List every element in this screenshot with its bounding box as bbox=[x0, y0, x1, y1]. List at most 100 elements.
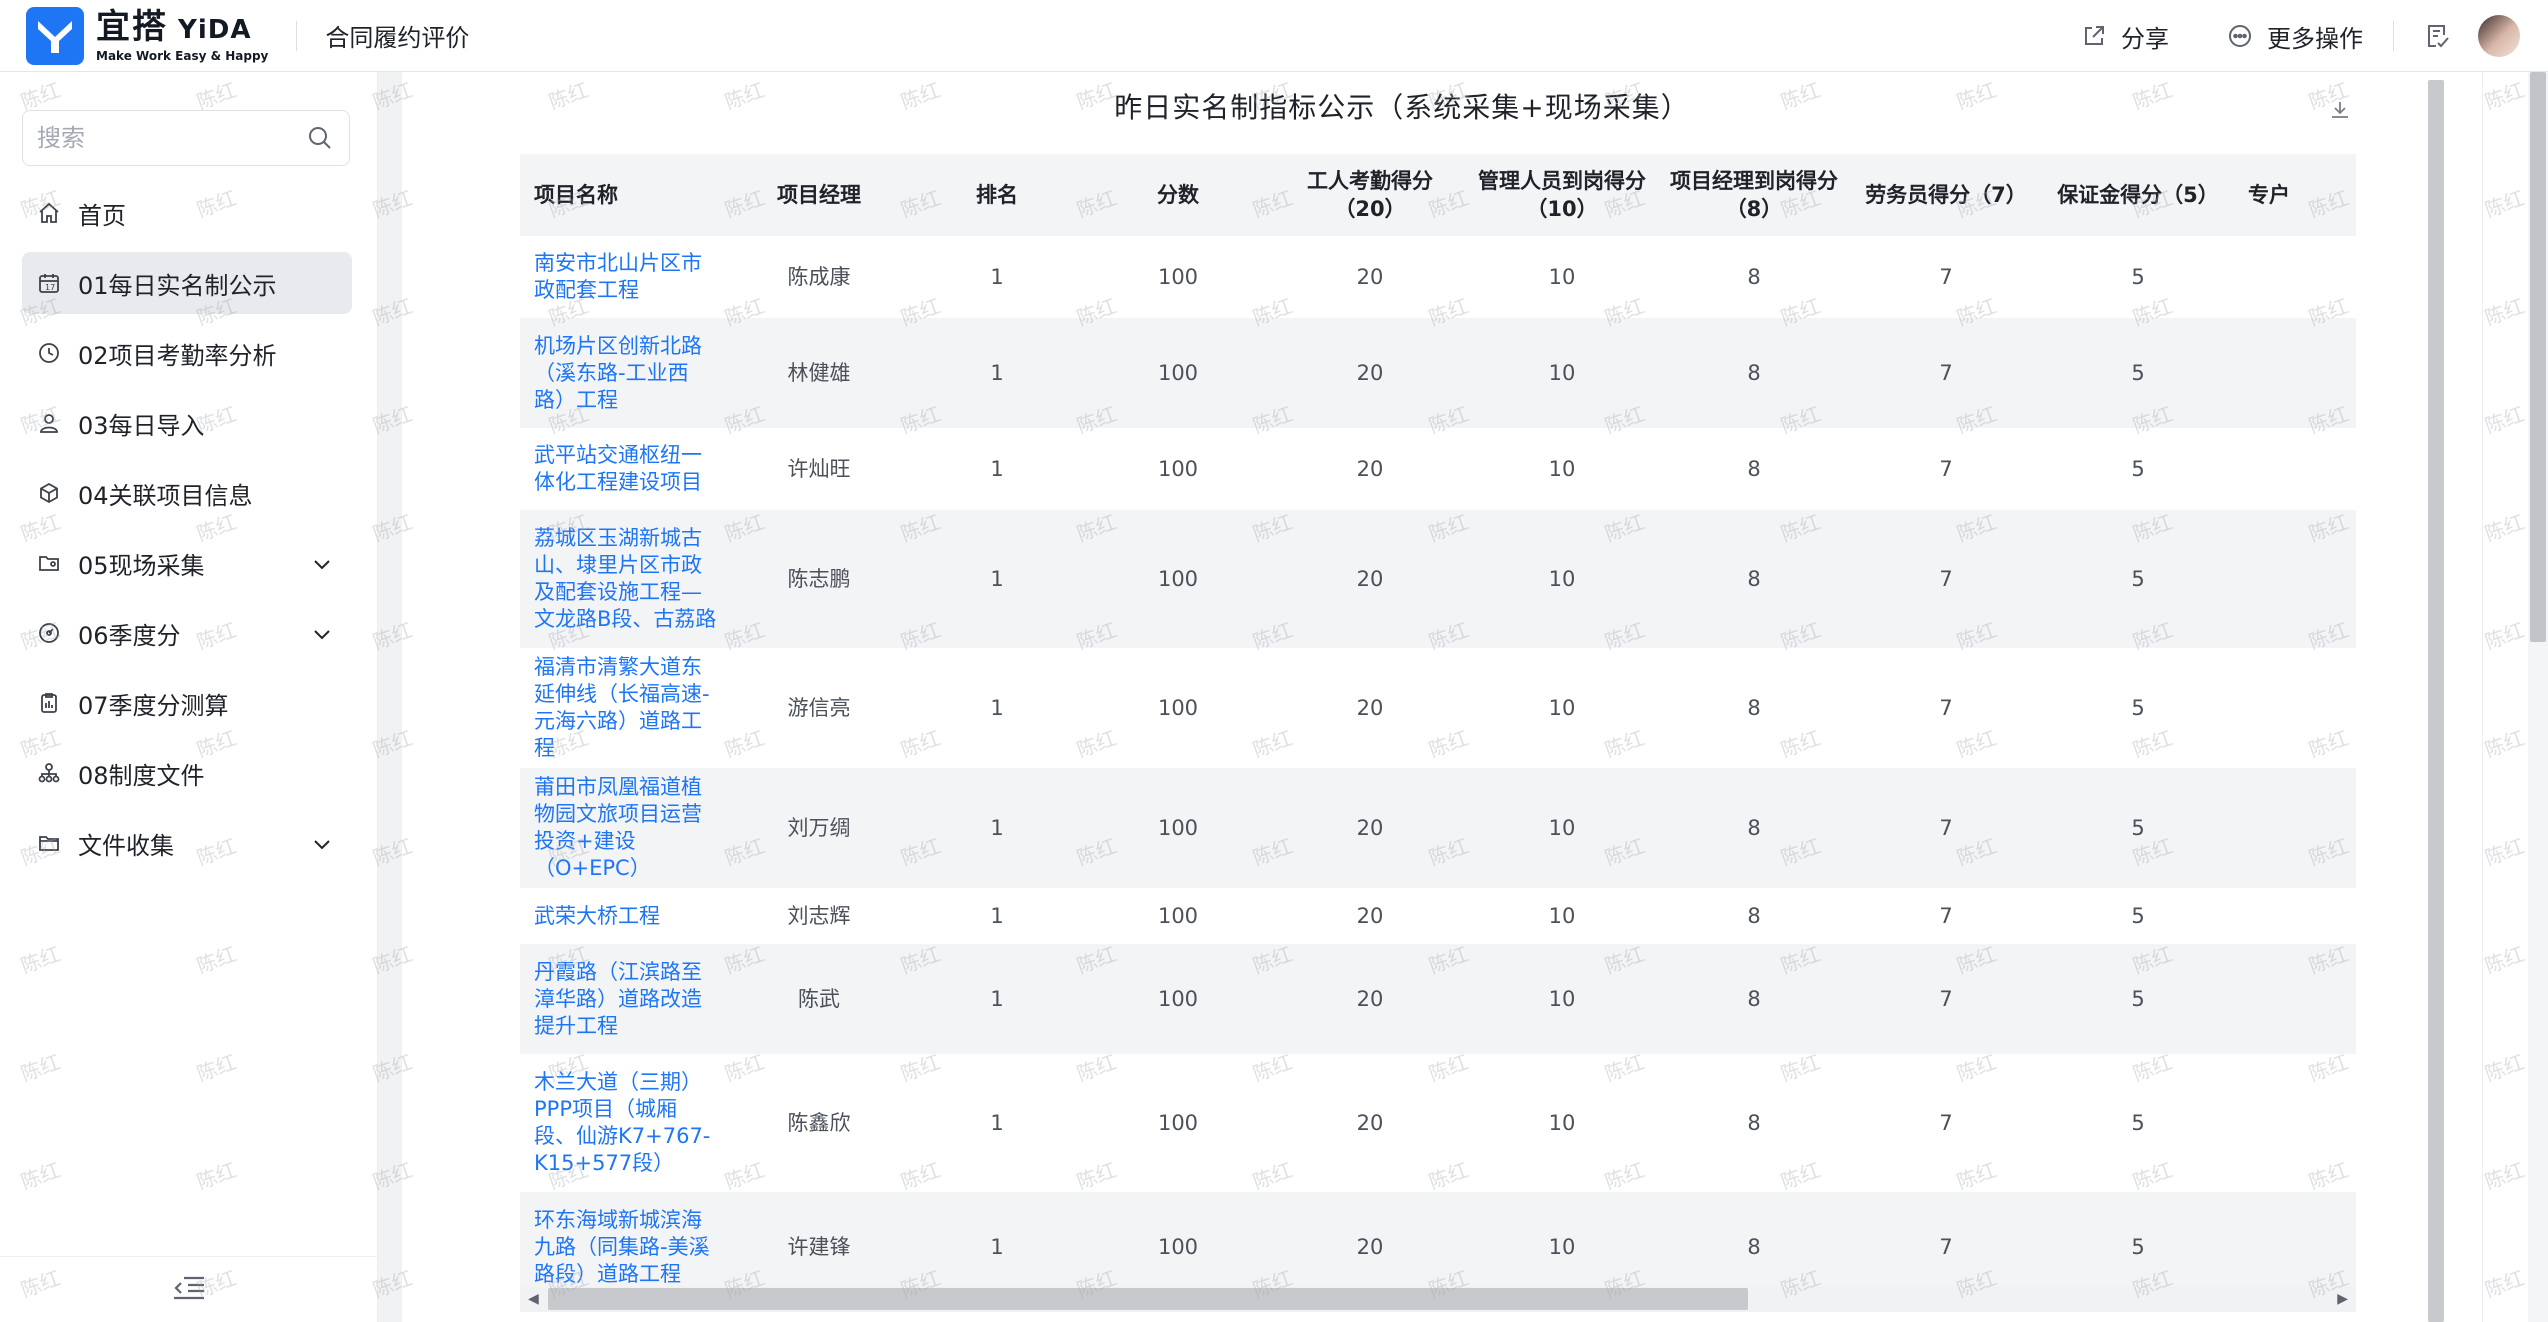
sidebar-item-linked-projects[interactable]: 04关联项目信息 bbox=[22, 462, 352, 524]
score-cell: 100 bbox=[1082, 428, 1274, 510]
column-header[interactable]: 专户 bbox=[2234, 154, 2356, 236]
sidebar-item-label: 文件收集 bbox=[78, 831, 174, 860]
worker-score-cell: 20 bbox=[1274, 944, 1466, 1054]
sidebar-item-home[interactable]: 首页 bbox=[22, 182, 352, 244]
score-cell: 100 bbox=[1082, 510, 1274, 648]
worker-score-cell: 20 bbox=[1274, 428, 1466, 510]
app-title[interactable]: 合同履约评价 bbox=[325, 18, 469, 53]
column-header[interactable]: 工人考勤得分（20） bbox=[1274, 154, 1466, 236]
account-cell bbox=[2234, 236, 2356, 318]
sidebar-item-daily-realname[interactable]: 17 01每日实名制公示 bbox=[22, 252, 352, 314]
search-input[interactable] bbox=[37, 124, 287, 152]
vertical-scrollbar[interactable] bbox=[2428, 80, 2444, 1322]
rank-cell: 1 bbox=[912, 648, 1082, 768]
labor-score-cell: 7 bbox=[1850, 428, 2042, 510]
table-row: 福清市清繁大道东延伸线（长福高速-元海六路）道路工程 游信亮 1 100 20 … bbox=[520, 648, 2356, 768]
rank-cell: 1 bbox=[912, 510, 1082, 648]
column-header[interactable]: 劳务员得分（7） bbox=[1850, 154, 2042, 236]
column-header[interactable]: 保证金得分（5） bbox=[2042, 154, 2234, 236]
logo-tagline: Make Work Easy & Happy bbox=[96, 48, 269, 63]
mgmt-score-cell: 10 bbox=[1466, 510, 1658, 648]
column-header[interactable]: 排名 bbox=[912, 154, 1082, 236]
labor-score-cell: 7 bbox=[1850, 768, 2042, 888]
manager-cell: 许灿旺 bbox=[726, 428, 912, 510]
table-row: 木兰大道（三期）PPP项目（城厢段、仙游K7+767-K15+577段） 陈鑫欣… bbox=[520, 1054, 2356, 1192]
pm-score-cell: 8 bbox=[1658, 428, 1850, 510]
account-cell bbox=[2234, 768, 2356, 888]
column-header[interactable]: 项目名称 bbox=[520, 154, 726, 236]
worker-score-cell: 20 bbox=[1274, 236, 1466, 318]
sidebar-item-daily-import[interactable]: 03每日导入 bbox=[22, 392, 352, 454]
cube-icon bbox=[36, 480, 62, 506]
sidebar-item-label: 02项目考勤率分析 bbox=[78, 341, 277, 370]
project-name-link[interactable]: 丹霞路（江滨路至漳华路）道路改造提升工程 bbox=[520, 944, 726, 1054]
sidebar-item-quarter-estimate[interactable]: 07季度分测算 bbox=[22, 672, 352, 734]
divider bbox=[2393, 21, 2394, 51]
sidebar-item-label: 03每日导入 bbox=[78, 411, 205, 440]
download-icon[interactable] bbox=[2328, 98, 2352, 126]
labor-score-cell: 7 bbox=[1850, 510, 2042, 648]
project-name-link[interactable]: 莆田市凤凰福道植物园文旅项目运营投资+建设（O+EPC） bbox=[520, 768, 726, 888]
pm-score-cell: 8 bbox=[1658, 648, 1850, 768]
column-header[interactable]: 管理人员到岗得分（10） bbox=[1466, 154, 1658, 236]
sidebar-item-label: 01每日实名制公示 bbox=[78, 271, 277, 300]
more-actions-button[interactable]: 更多操作 bbox=[2227, 19, 2363, 54]
sidebar-item-regulations[interactable]: 08制度文件 bbox=[22, 742, 352, 804]
project-name-link[interactable]: 机场片区创新北路（溪东路-工业西路）工程 bbox=[520, 318, 726, 428]
scroll-right-icon[interactable]: ▶ bbox=[2337, 1291, 2348, 1307]
column-header[interactable]: 项目经理到岗得分（8） bbox=[1658, 154, 1850, 236]
account-cell bbox=[2234, 318, 2356, 428]
folder-icon bbox=[36, 830, 62, 856]
horizontal-scroll-thumb[interactable] bbox=[548, 1288, 1748, 1310]
manager-cell: 陈武 bbox=[726, 944, 912, 1054]
manager-cell: 游信亮 bbox=[726, 648, 912, 768]
horizontal-scrollbar[interactable]: ◀ ▶ bbox=[520, 1286, 2356, 1312]
collapse-sidebar-icon[interactable] bbox=[172, 1274, 206, 1306]
project-name-link[interactable]: 武平站交通枢纽一体化工程建设项目 bbox=[520, 428, 726, 510]
chevron-down-icon[interactable] bbox=[310, 552, 334, 582]
manager-cell: 陈鑫欣 bbox=[726, 1054, 912, 1192]
search-icon[interactable] bbox=[307, 125, 333, 155]
score-cell: 100 bbox=[1082, 1054, 1274, 1192]
user-avatar[interactable] bbox=[2478, 15, 2520, 57]
project-name-link[interactable]: 木兰大道（三期）PPP项目（城厢段、仙游K7+767-K15+577段） bbox=[520, 1054, 726, 1192]
project-name-link[interactable]: 荔城区玉湖新城古山、埭里片区市政及配套设施工程—文龙路B段、古荔路 bbox=[520, 510, 726, 648]
score-cell: 100 bbox=[1082, 236, 1274, 318]
pm-score-cell: 8 bbox=[1658, 318, 1850, 428]
table-header-row: 项目名称 项目经理 排名 分数 工人考勤得分（20） 管理人员到岗得分（10） … bbox=[520, 154, 2356, 236]
divider bbox=[296, 20, 298, 51]
sidebar-nav: 首页 17 01每日实名制公示 02项目考勤率分析 03每日导入 04关联项目信… bbox=[22, 182, 352, 882]
scroll-left-icon[interactable]: ◀ bbox=[528, 1291, 539, 1307]
sidebar-item-site-collection[interactable]: 05现场采集 bbox=[22, 532, 352, 594]
share-label: 分享 bbox=[2121, 24, 2169, 53]
page-scrollbar[interactable] bbox=[2530, 72, 2546, 642]
column-header[interactable]: 项目经理 bbox=[726, 154, 912, 236]
manager-cell: 陈成康 bbox=[726, 236, 912, 318]
search-box[interactable] bbox=[22, 110, 350, 166]
labor-score-cell: 7 bbox=[1850, 648, 2042, 768]
sidebar-item-file-collection[interactable]: 文件收集 bbox=[22, 812, 352, 874]
table-row: 机场片区创新北路（溪东路-工业西路）工程 林健雄 1 100 20 10 8 7… bbox=[520, 318, 2356, 428]
chevron-down-icon[interactable] bbox=[310, 832, 334, 862]
chevron-down-icon[interactable] bbox=[310, 622, 334, 652]
yida-logo[interactable]: 宜搭 YiDA Make Work Easy & Happy bbox=[26, 0, 268, 72]
account-cell bbox=[2234, 648, 2356, 768]
deposit-score-cell: 5 bbox=[2042, 648, 2234, 768]
labor-score-cell: 7 bbox=[1850, 888, 2042, 944]
sidebar-item-quarter-score[interactable]: 06季度分 bbox=[22, 602, 352, 664]
score-cell: 100 bbox=[1082, 768, 1274, 888]
sidebar-item-attendance-analysis[interactable]: 02项目考勤率分析 bbox=[22, 322, 352, 384]
todo-icon[interactable] bbox=[2424, 22, 2452, 50]
account-cell bbox=[2234, 944, 2356, 1054]
top-bar: 宜搭 YiDA Make Work Easy & Happy 合同履约评价 分享 … bbox=[0, 0, 2548, 72]
table-row: 莆田市凤凰福道植物园文旅项目运营投资+建设（O+EPC） 刘万绸 1 100 2… bbox=[520, 768, 2356, 888]
column-header[interactable]: 分数 bbox=[1082, 154, 1274, 236]
account-cell bbox=[2234, 888, 2356, 944]
deposit-score-cell: 5 bbox=[2042, 236, 2234, 318]
project-name-link[interactable]: 福清市清繁大道东延伸线（长福高速-元海六路）道路工程 bbox=[520, 648, 726, 768]
sidebar-item-label: 05现场采集 bbox=[78, 551, 205, 580]
project-name-link[interactable]: 南安市北山片区市政配套工程 bbox=[520, 236, 726, 318]
share-button[interactable]: 分享 bbox=[2081, 19, 2169, 54]
manager-cell: 陈志鹏 bbox=[726, 510, 912, 648]
project-name-link[interactable]: 武荣大桥工程 bbox=[520, 888, 726, 944]
